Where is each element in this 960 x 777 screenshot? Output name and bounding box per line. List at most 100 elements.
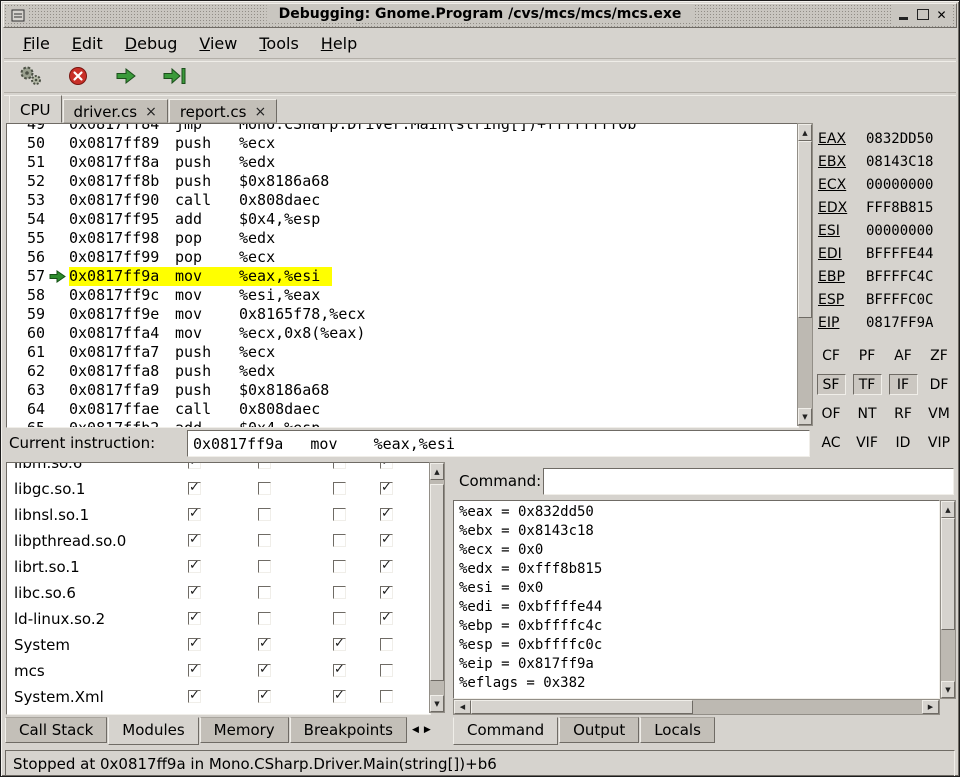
flag-df[interactable]: DF bbox=[925, 374, 954, 395]
flag-zf[interactable]: ZF bbox=[925, 345, 954, 366]
module-checkbox[interactable]: ✓ bbox=[258, 664, 271, 677]
menu-item-debug[interactable]: Debug bbox=[114, 31, 189, 56]
module-row-libgc-so-1[interactable]: libgc.so.1✓✓ bbox=[7, 476, 430, 502]
flag-sf[interactable]: SF bbox=[817, 374, 846, 395]
scroll-right-button[interactable]: ▶ bbox=[922, 700, 939, 714]
close-button[interactable]: ✕ bbox=[932, 6, 951, 23]
module-checkbox[interactable]: ✓ bbox=[333, 664, 346, 677]
module-row-system-xml[interactable]: System.Xml✓✓✓ bbox=[7, 684, 430, 710]
disassembly-row[interactable]: 640x0817ffaecall0x808daec bbox=[7, 400, 798, 419]
module-checkbox[interactable]: ✓ bbox=[188, 462, 201, 469]
scroll-up-button[interactable]: ▲ bbox=[430, 463, 444, 480]
tab-command[interactable]: Command bbox=[453, 717, 558, 745]
tab-scroll-right-icon[interactable]: ▶ bbox=[422, 723, 433, 737]
menu-item-view[interactable]: View bbox=[188, 31, 248, 56]
scrollbar-track[interactable] bbox=[471, 700, 922, 714]
flag-cf[interactable]: CF bbox=[817, 345, 846, 366]
scrollbar-thumb[interactable] bbox=[798, 141, 812, 318]
disassembly-row[interactable]: 600x0817ffa4mov%ecx,0x8(%eax) bbox=[7, 324, 798, 343]
disassembly-row[interactable]: 510x0817ff8apush%edx bbox=[7, 153, 798, 172]
flag-vif[interactable]: VIF bbox=[853, 432, 882, 453]
module-checkbox[interactable]: ✓ bbox=[188, 612, 201, 625]
flag-if[interactable]: IF bbox=[889, 374, 918, 395]
continue-button[interactable] bbox=[112, 63, 140, 89]
scrollbar-thumb[interactable] bbox=[430, 484, 444, 681]
module-checkbox[interactable] bbox=[380, 690, 393, 703]
module-checkbox[interactable]: ✓ bbox=[380, 534, 393, 547]
module-checkbox[interactable] bbox=[258, 612, 271, 625]
module-checkbox[interactable]: ✓ bbox=[188, 482, 201, 495]
scroll-down-button[interactable]: ▼ bbox=[941, 681, 955, 698]
module-row-libpthread-so-0[interactable]: libpthread.so.0✓✓ bbox=[7, 528, 430, 554]
module-checkbox[interactable] bbox=[333, 482, 346, 495]
module-checkbox[interactable] bbox=[380, 638, 393, 651]
modules-scrollbar[interactable]: ▲ ▼ bbox=[429, 462, 445, 713]
disassembly-row[interactable]: 570x0817ff9amov%eax,%esi bbox=[7, 267, 798, 286]
module-checkbox[interactable] bbox=[333, 586, 346, 599]
tab-modules[interactable]: Modules bbox=[108, 717, 198, 745]
scrollbar-track[interactable] bbox=[430, 480, 444, 695]
disassembly-panel[interactable]: 490x0817ff84jmpMono.CSharp.Driver.Main(s… bbox=[6, 123, 799, 428]
tab-close-icon[interactable]: × bbox=[254, 104, 266, 120]
module-checkbox[interactable] bbox=[258, 534, 271, 547]
scrollbar-thumb[interactable] bbox=[941, 518, 955, 630]
module-checkbox[interactable] bbox=[258, 508, 271, 521]
flag-af[interactable]: AF bbox=[889, 345, 918, 366]
disassembly-row[interactable]: 490x0817ff84jmpMono.CSharp.Driver.Main(s… bbox=[7, 123, 798, 134]
flag-nt[interactable]: NT bbox=[853, 403, 882, 424]
console-output[interactable]: %eax = 0x832dd50%ebx = 0x8143c18%ecx = 0… bbox=[453, 500, 940, 699]
disassembly-row[interactable]: 520x0817ff8bpush$0x8186a68 bbox=[7, 172, 798, 191]
module-checkbox[interactable] bbox=[333, 462, 346, 469]
module-checkbox[interactable]: ✓ bbox=[380, 560, 393, 573]
title-bar[interactable]: Debugging: Gnome.Program /cvs/mcs/mcs/mc… bbox=[3, 3, 957, 28]
module-checkbox[interactable]: ✓ bbox=[333, 690, 346, 703]
module-row-system[interactable]: System✓✓✓ bbox=[7, 632, 430, 658]
current-instruction-field[interactable] bbox=[187, 430, 810, 457]
module-checkbox[interactable]: ✓ bbox=[380, 462, 393, 469]
flag-tf[interactable]: TF bbox=[853, 374, 882, 395]
module-checkbox[interactable] bbox=[380, 664, 393, 677]
scrollbar-thumb[interactable] bbox=[471, 700, 693, 714]
scroll-down-button[interactable]: ▼ bbox=[430, 695, 444, 712]
console-hscrollbar[interactable]: ◀ ▶ bbox=[453, 699, 940, 715]
tab-locals[interactable]: Locals bbox=[640, 717, 715, 743]
module-checkbox[interactable]: ✓ bbox=[188, 534, 201, 547]
disassembly-scrollbar[interactable]: ▲ ▼ bbox=[797, 123, 813, 426]
tab-cpu[interactable]: CPU bbox=[9, 95, 62, 123]
scrollbar-track[interactable] bbox=[798, 141, 812, 408]
gears-button[interactable] bbox=[16, 63, 44, 89]
tab-memory[interactable]: Memory bbox=[200, 717, 289, 743]
module-checkbox[interactable]: ✓ bbox=[380, 508, 393, 521]
tab-scroll-left-icon[interactable]: ◀ bbox=[410, 723, 421, 737]
flag-vip[interactable]: VIP bbox=[925, 432, 954, 453]
flag-rf[interactable]: RF bbox=[889, 403, 918, 424]
panel-splitter[interactable] bbox=[445, 462, 453, 713]
step-into-button[interactable] bbox=[160, 63, 188, 89]
menu-item-tools[interactable]: Tools bbox=[248, 31, 309, 56]
disassembly-row[interactable]: 500x0817ff89push%ecx bbox=[7, 134, 798, 153]
disassembly-row[interactable]: 630x0817ffa9push$0x8186a68 bbox=[7, 381, 798, 400]
module-checkbox[interactable]: ✓ bbox=[258, 638, 271, 651]
tab-output[interactable]: Output bbox=[559, 717, 639, 743]
disassembly-row[interactable]: 620x0817ffa8push%edx bbox=[7, 362, 798, 381]
module-row-libm-so-6[interactable]: libm.so.6✓✓ bbox=[7, 462, 430, 476]
module-row-libnsl-so-1[interactable]: libnsl.so.1✓✓ bbox=[7, 502, 430, 528]
command-input[interactable] bbox=[543, 468, 954, 495]
disassembly-row[interactable]: 610x0817ffa7push%ecx bbox=[7, 343, 798, 362]
module-checkbox[interactable]: ✓ bbox=[380, 612, 393, 625]
minimize-button[interactable] bbox=[894, 6, 913, 23]
disassembly-row[interactable]: 650x0817ffb2add$0x4,%esp bbox=[7, 419, 798, 428]
menu-item-edit[interactable]: Edit bbox=[61, 31, 114, 56]
module-checkbox[interactable]: ✓ bbox=[188, 664, 201, 677]
module-checkbox[interactable]: ✓ bbox=[380, 586, 393, 599]
module-checkbox[interactable] bbox=[333, 508, 346, 521]
module-checkbox[interactable]: ✓ bbox=[258, 690, 271, 703]
scroll-down-button[interactable]: ▼ bbox=[798, 408, 812, 425]
module-checkbox[interactable] bbox=[258, 462, 271, 469]
menu-item-file[interactable]: File bbox=[12, 31, 61, 56]
module-row-ld-linux-so-2[interactable]: ld-linux.so.2✓✓ bbox=[7, 606, 430, 632]
console-vscrollbar[interactable]: ▲ ▼ bbox=[940, 500, 956, 699]
module-checkbox[interactable]: ✓ bbox=[188, 638, 201, 651]
disassembly-row[interactable]: 590x0817ff9emov0x8165f78,%ecx bbox=[7, 305, 798, 324]
module-checkbox[interactable] bbox=[333, 534, 346, 547]
